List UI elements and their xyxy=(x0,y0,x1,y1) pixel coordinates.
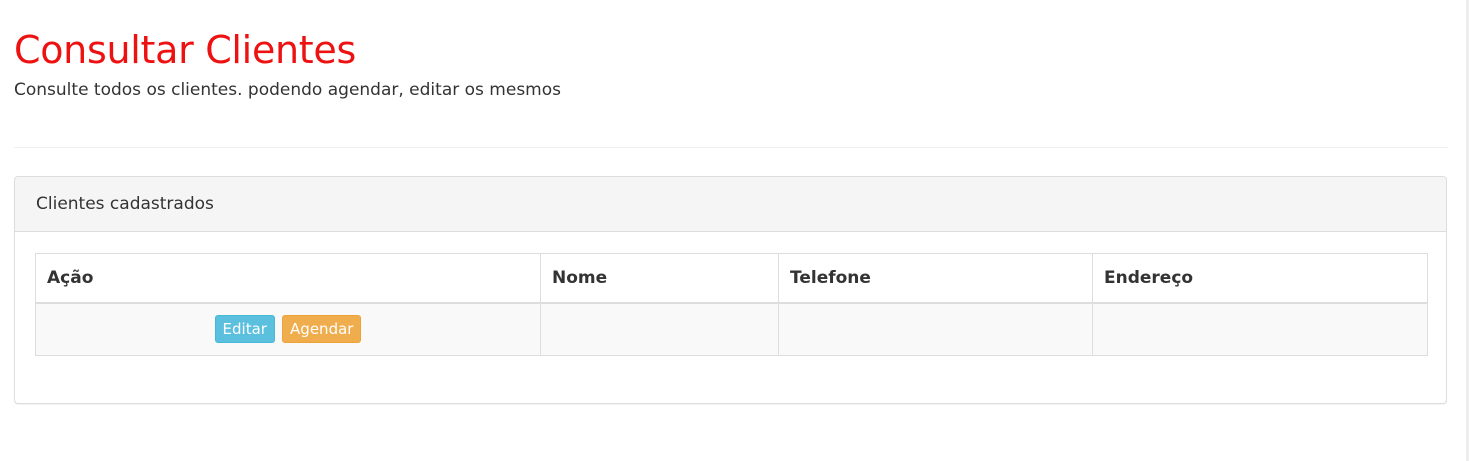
column-header-telefone: Telefone xyxy=(778,253,1093,304)
clients-panel: Clientes cadastrados Ação Nome Telefone … xyxy=(14,176,1447,404)
actions-cell: Editar Agendar xyxy=(35,302,541,356)
cell-endereco xyxy=(1092,302,1428,356)
table-row: Editar Agendar xyxy=(35,302,1428,356)
page-title: Consultar Clientes xyxy=(14,28,356,72)
header-divider xyxy=(14,147,1448,148)
schedule-button[interactable]: Agendar xyxy=(282,315,362,344)
column-header-endereco: Endereço xyxy=(1092,253,1428,304)
clients-table: Ação Nome Telefone Endereço Editar Agend… xyxy=(35,253,1428,356)
page-subtitle: Consulte todos os clientes. podendo agen… xyxy=(14,80,561,100)
page-header: Consultar Clientes Consulte todos os cli… xyxy=(14,27,1448,101)
page: Consultar Clientes Consulte todos os cli… xyxy=(0,0,1469,461)
edit-button[interactable]: Editar xyxy=(214,315,275,344)
column-header-nome: Nome xyxy=(540,253,779,304)
column-header-acao: Ação xyxy=(35,253,541,304)
panel-heading: Clientes cadastrados xyxy=(15,177,1446,232)
table-header-row: Ação Nome Telefone Endereço xyxy=(35,253,1428,304)
cell-nome xyxy=(540,302,779,356)
cell-telefone xyxy=(778,302,1093,356)
panel-body: Ação Nome Telefone Endereço Editar Agend… xyxy=(15,232,1446,377)
